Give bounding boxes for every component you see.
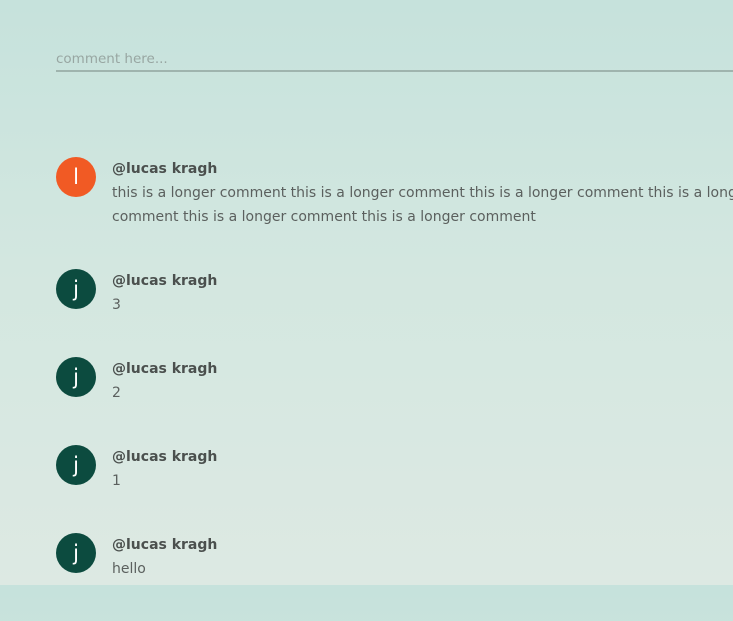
comment-body: @lucas kragh this is a longer comment th…: [112, 159, 733, 229]
comment-composer: [56, 48, 733, 72]
comment-item: j @lucas kragh hello: [56, 533, 733, 621]
comment-author[interactable]: @lucas kragh: [112, 271, 733, 291]
comment-body: @lucas kragh 2: [112, 359, 733, 405]
comment-body: @lucas kragh 3: [112, 271, 733, 317]
comment-text: hello: [112, 561, 146, 577]
comment-author[interactable]: @lucas kragh: [112, 535, 733, 555]
comment-author[interactable]: @lucas kragh: [112, 159, 733, 179]
comment-body: @lucas kragh hello: [112, 535, 733, 581]
comment-list: l @lucas kragh this is a longer comment …: [56, 157, 733, 621]
comment-text: 2: [112, 385, 121, 401]
comment-item: j @lucas kragh 3: [56, 269, 733, 357]
comment-body: @lucas kragh 1: [112, 447, 733, 493]
avatar[interactable]: j: [56, 445, 96, 485]
avatar[interactable]: j: [56, 533, 96, 573]
comment-item: j @lucas kragh 1: [56, 445, 733, 533]
comment-author[interactable]: @lucas kragh: [112, 359, 733, 379]
comment-text: this is a longer comment this is a longe…: [112, 185, 733, 225]
comment-text: 1: [112, 473, 121, 489]
avatar[interactable]: l: [56, 157, 96, 197]
comment-author[interactable]: @lucas kragh: [112, 447, 733, 467]
comment-item: j @lucas kragh 2: [56, 357, 733, 445]
comment-text: 3: [112, 297, 121, 313]
avatar[interactable]: j: [56, 269, 96, 309]
comment-item: l @lucas kragh this is a longer comment …: [56, 157, 733, 269]
avatar[interactable]: j: [56, 357, 96, 397]
comment-input[interactable]: [56, 48, 733, 70]
